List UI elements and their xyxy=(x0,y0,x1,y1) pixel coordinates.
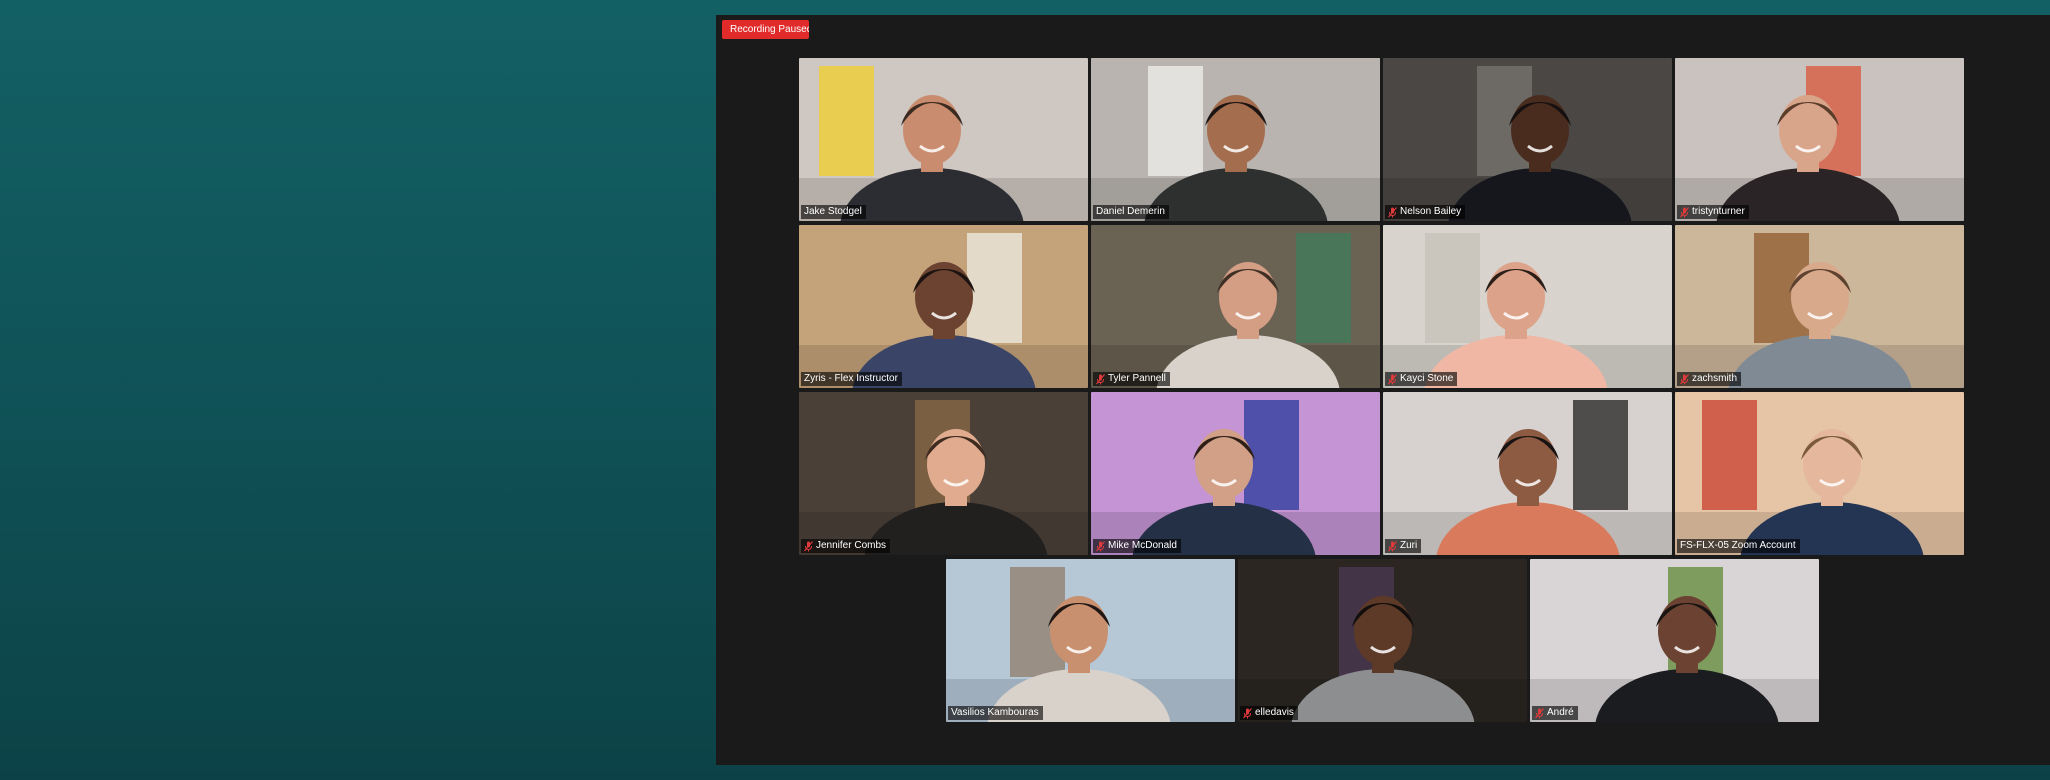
participant-nameplate: FS-FLX-05 Zoom Account xyxy=(1677,539,1800,553)
muted-mic-icon xyxy=(1388,206,1397,218)
participant-video-feed xyxy=(1530,559,1819,722)
participant-name: Nelson Bailey xyxy=(1400,206,1462,217)
muted-mic-icon xyxy=(1388,373,1397,385)
participant-video-tile[interactable]: zachsmith xyxy=(1675,225,1964,388)
participant-name: Jennifer Combs xyxy=(816,540,887,551)
participant-nameplate: Mike McDonald xyxy=(1093,539,1181,553)
participant-video-feed xyxy=(1675,225,1964,388)
participant-name: Jake Stodgel xyxy=(804,206,862,217)
participant-video-feed xyxy=(1238,559,1527,722)
participant-video-feed xyxy=(1091,58,1380,221)
participant-video-feed xyxy=(1675,58,1964,221)
participant-name: Zyris - Flex Instructor xyxy=(804,373,898,384)
participant-nameplate: tristynturner xyxy=(1677,205,1749,219)
participant-name: Daniel Demerin xyxy=(1096,206,1165,217)
participant-nameplate: Tyler Pannell xyxy=(1093,372,1170,386)
muted-mic-icon xyxy=(1243,707,1252,719)
participant-name: André xyxy=(1547,707,1574,718)
participant-video-feed xyxy=(1091,225,1380,388)
participant-nameplate: elledavis xyxy=(1240,706,1298,720)
participant-video-tile[interactable]: Jennifer Combs xyxy=(799,392,1088,555)
participant-video-feed xyxy=(1383,225,1672,388)
muted-mic-icon xyxy=(1388,540,1397,552)
participant-video-feed xyxy=(946,559,1235,722)
participant-name: Zuri xyxy=(1400,540,1418,551)
participant-video-tile[interactable]: Nelson Bailey xyxy=(1383,58,1672,221)
participant-video-tile[interactable]: tristynturner xyxy=(1675,58,1964,221)
muted-mic-icon xyxy=(1535,707,1544,719)
participant-video-feed xyxy=(799,58,1088,221)
participant-name: Mike McDonald xyxy=(1108,540,1177,551)
participant-video-feed xyxy=(799,225,1088,388)
participant-video-tile[interactable]: Vasilios Kambouras xyxy=(946,559,1235,722)
participant-name: zachsmith xyxy=(1692,373,1738,384)
participant-video-tile[interactable]: André xyxy=(1530,559,1819,722)
participant-video-feed xyxy=(1675,392,1964,555)
video-call-window: Recording Paused Jake Stodgel Daniel Deme… xyxy=(716,15,2050,765)
participant-name: elledavis xyxy=(1255,707,1294,718)
participant-video-tile[interactable]: Jake Stodgel xyxy=(799,58,1088,221)
participant-nameplate: Kayci Stone xyxy=(1385,372,1458,386)
participant-name: FS-FLX-05 Zoom Account xyxy=(1680,540,1796,551)
participant-video-feed xyxy=(1091,392,1380,555)
participant-name: Vasilios Kambouras xyxy=(951,707,1039,718)
participant-nameplate: Jake Stodgel xyxy=(801,205,866,219)
muted-mic-icon xyxy=(804,540,813,552)
participant-nameplate: Vasilios Kambouras xyxy=(948,706,1043,720)
muted-mic-icon xyxy=(1096,540,1105,552)
participant-video-feed xyxy=(799,392,1088,555)
participant-nameplate: Zuri xyxy=(1385,539,1422,553)
participant-nameplate: André xyxy=(1532,706,1578,720)
participant-video-feed xyxy=(1383,58,1672,221)
participant-video-tile[interactable]: Zuri xyxy=(1383,392,1672,555)
participant-nameplate: Daniel Demerin xyxy=(1093,205,1169,219)
muted-mic-icon xyxy=(1680,373,1689,385)
muted-mic-icon xyxy=(1096,373,1105,385)
participant-nameplate: Jennifer Combs xyxy=(801,539,891,553)
participant-nameplate: Zyris - Flex Instructor xyxy=(801,372,902,386)
participant-video-tile[interactable]: elledavis xyxy=(1238,559,1527,722)
participant-name: tristynturner xyxy=(1692,206,1745,217)
participant-nameplate: zachsmith xyxy=(1677,372,1742,386)
participant-video-tile[interactable]: FS-FLX-05 Zoom Account xyxy=(1675,392,1964,555)
participant-video-feed xyxy=(1383,392,1672,555)
participant-video-tile[interactable]: Zyris - Flex Instructor xyxy=(799,225,1088,388)
participant-video-tile[interactable]: Mike McDonald xyxy=(1091,392,1380,555)
participant-name: Tyler Pannell xyxy=(1108,373,1166,384)
participant-name: Kayci Stone xyxy=(1400,373,1454,384)
muted-mic-icon xyxy=(1680,206,1689,218)
recording-paused-badge[interactable]: Recording Paused xyxy=(722,20,809,39)
participant-video-tile[interactable]: Kayci Stone xyxy=(1383,225,1672,388)
participant-video-tile[interactable]: Daniel Demerin xyxy=(1091,58,1380,221)
participant-nameplate: Nelson Bailey xyxy=(1385,205,1466,219)
participant-video-tile[interactable]: Tyler Pannell xyxy=(1091,225,1380,388)
